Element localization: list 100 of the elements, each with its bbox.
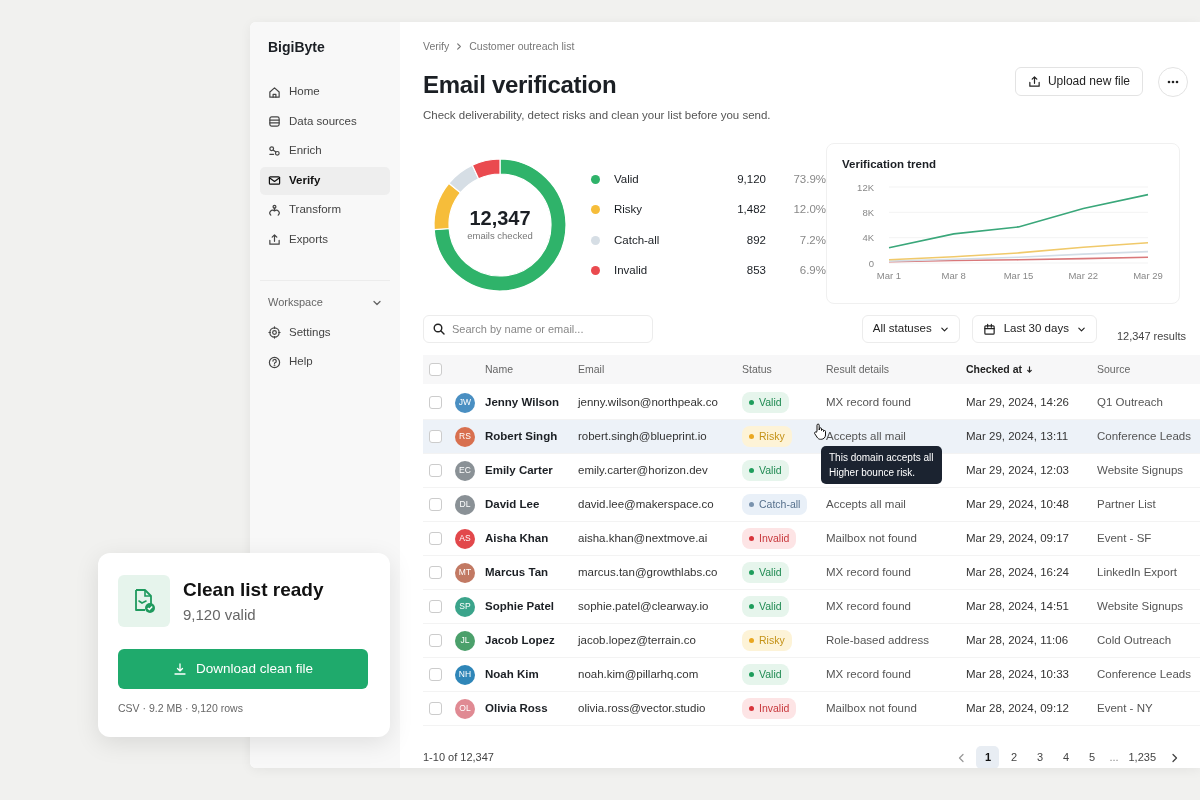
avatar: JW — [455, 392, 475, 413]
sidebar-item[interactable]: Enrich — [260, 137, 390, 165]
axis-label: Mar 15 — [1003, 270, 1034, 282]
file-check-icon — [118, 575, 170, 627]
breadcrumb-link[interactable]: Verify — [423, 39, 450, 55]
avatar: DL — [455, 494, 475, 515]
table-cell-text: noah.kim@pillarhq.com — [578, 666, 699, 682]
section-header[interactable]: Workspace — [260, 292, 390, 313]
column-header[interactable]: Status — [742, 361, 772, 378]
checkbox[interactable] — [429, 532, 442, 545]
table-cell-text: Mar 29, 2024, 14:26 — [966, 394, 1069, 410]
sidebar-item[interactable]: Settings — [260, 318, 390, 347]
avatar: OL — [455, 698, 475, 719]
chart-title: Verification trend — [842, 157, 936, 172]
checkbox[interactable] — [429, 668, 442, 681]
sidebar-item[interactable]: Transform — [260, 196, 390, 224]
checkbox[interactable] — [429, 464, 442, 477]
sidebar-item[interactable]: Home — [260, 78, 390, 106]
status-tag: Valid — [742, 595, 789, 618]
checkbox[interactable] — [429, 363, 442, 376]
status-dropdown[interactable]: All statuses — [861, 315, 960, 343]
avatar: RS — [455, 426, 475, 447]
table-cell-text: Accepts all mail — [826, 428, 906, 444]
table-cell-text: Mar 28, 2024, 16:24 — [966, 564, 1069, 580]
column-header[interactable]: Name — [485, 361, 513, 378]
upload-button[interactable]: Upload new file — [1014, 66, 1143, 96]
sidebar-item[interactable]: Exports — [260, 225, 390, 254]
checkbox[interactable] — [429, 634, 442, 647]
table-cell-text: Conference Leads — [1097, 666, 1191, 682]
legend-label: Catch-all — [614, 233, 660, 246]
checkbox[interactable] — [429, 566, 442, 579]
column-header[interactable]: Result details — [826, 361, 890, 378]
pointer-icon — [813, 423, 827, 440]
table-cell-text: Emily Carter — [485, 462, 553, 478]
calendar-icon — [982, 322, 996, 336]
table-cell-text: Partner List — [1097, 496, 1156, 512]
gear-icon — [268, 326, 281, 339]
table-cell-text: Mar 29, 2024, 09:17 — [966, 530, 1069, 546]
table-cell-text: LinkedIn Export — [1097, 564, 1177, 580]
checkbox[interactable] — [429, 396, 442, 409]
axis-label: 12K — [857, 181, 874, 193]
brand-name: BigiByte — [267, 38, 326, 57]
page-button[interactable]: 5 — [1080, 746, 1104, 768]
page-button[interactable]: 4 — [1054, 746, 1078, 768]
table-cell-text: Website Signups — [1097, 462, 1184, 478]
table-cell-text: MX record found — [826, 394, 911, 410]
chevron-icon — [455, 42, 464, 52]
table-cell-text: Sophie Patel — [485, 598, 555, 614]
axis-label: Mar 22 — [1068, 270, 1099, 282]
checkbox[interactable] — [429, 600, 442, 613]
table-cell-text: Marcus Tan — [485, 564, 549, 580]
page-button[interactable]: 3 — [1028, 746, 1052, 768]
sort-icon — [1024, 365, 1034, 375]
table-cell-text: David Lee — [485, 496, 540, 512]
table-cell-text: marcus.tan@growthlabs.co — [578, 564, 718, 580]
export-icon — [268, 233, 281, 246]
chevron-icon — [1170, 753, 1179, 764]
breadcrumb-link[interactable]: Customer outreach list — [469, 39, 575, 55]
avatar: MT — [455, 562, 475, 583]
table-cell-text: Cold Outreach — [1097, 632, 1172, 648]
status-tag: Catch-all — [742, 493, 808, 516]
table-cell-text: jenny.wilson@northpeak.co — [578, 394, 718, 410]
table-cell-text: Mar 28, 2024, 11:06 — [966, 632, 1069, 648]
legend-count: 853 — [745, 263, 766, 279]
checkbox[interactable] — [429, 430, 442, 443]
table-cell-text: Mailbox not found — [826, 700, 917, 716]
sidebar-item[interactable]: Help — [260, 348, 390, 376]
legend-count: 1,482 — [736, 202, 766, 218]
mail-icon — [268, 174, 281, 187]
column-header[interactable]: Checked at — [966, 361, 1034, 378]
legend-percent: 12.0% — [792, 202, 826, 218]
page-button[interactable]: 1 — [976, 746, 1000, 768]
table-cell-text: Event - SF — [1097, 530, 1152, 546]
column-header[interactable]: Email — [578, 361, 605, 378]
search-field[interactable]: Search by name or email... — [423, 315, 653, 343]
column-header[interactable]: Source — [1097, 361, 1131, 378]
legend-label: Invalid — [614, 264, 648, 277]
page-button[interactable]: 2 — [1002, 746, 1026, 768]
status-tag: Invalid — [742, 697, 797, 720]
table-cell-text: Olivia Ross — [485, 700, 548, 716]
legend-label: Risky — [614, 203, 643, 216]
download-icon — [172, 662, 187, 676]
table-cell-text: Mar 28, 2024, 10:33 — [966, 666, 1069, 682]
sidebar-item[interactable]: Verify — [260, 166, 390, 195]
page-button[interactable]: 1,235 — [1124, 746, 1160, 768]
page-subtitle: Check deliverability, detect risks and clean your list before you send. — [423, 107, 771, 123]
chevron-icon — [957, 753, 967, 764]
axis-label: 0 — [868, 257, 874, 269]
tooltip: This domain accepts all Higher bounce risk. — [821, 446, 942, 484]
table-cell-text: MX record found — [826, 598, 911, 614]
checkbox[interactable] — [429, 702, 442, 715]
status-tag: Valid — [742, 663, 789, 686]
table-cell-text: robert.singh@blueprint.io — [578, 428, 707, 444]
table-cell-text: Website Signups — [1097, 598, 1184, 614]
date-dropdown[interactable]: Last 30 days — [971, 315, 1097, 343]
checkbox[interactable] — [429, 498, 442, 511]
sidebar-item[interactable]: Data sources — [260, 107, 390, 136]
status-tag: Valid — [742, 459, 789, 482]
table-cell-text: MX record found — [826, 666, 911, 682]
more-button[interactable] — [1158, 66, 1188, 97]
